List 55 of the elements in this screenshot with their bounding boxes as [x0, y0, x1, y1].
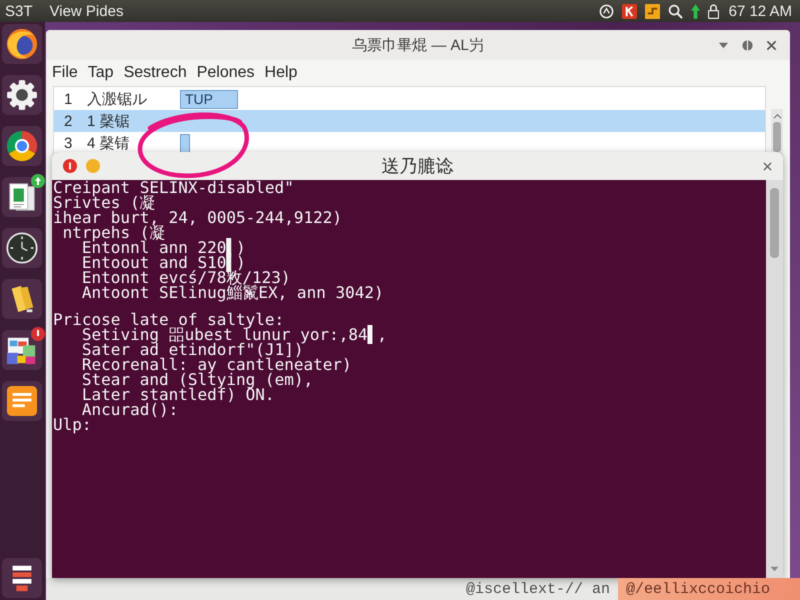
menu-item[interactable]: File — [52, 64, 78, 82]
arrow-up-icon[interactable] — [690, 4, 700, 18]
app-menu[interactable]: View Pides — [50, 2, 124, 20]
close-dot-icon[interactable] — [63, 159, 77, 173]
caret-up-icon[interactable] — [772, 113, 782, 119]
terminal-title: 送乃膔谂 — [382, 155, 454, 178]
menu-item[interactable]: Tap — [88, 64, 114, 82]
minimize-dot-icon[interactable] — [86, 159, 100, 173]
clock-icon — [6, 232, 38, 264]
scrollbar[interactable] — [771, 109, 783, 155]
notification-banner[interactable]: @/eellixccoichio — [618, 578, 800, 600]
launcher-item[interactable] — [2, 279, 42, 319]
close-icon[interactable] — [763, 162, 772, 170]
app-name[interactable]: S3T — [5, 2, 33, 20]
launcher-item[interactable] — [2, 558, 42, 598]
search-icon[interactable] — [668, 4, 683, 18]
input-field[interactable]: TUP — [180, 90, 238, 108]
row-label: 1 䅽锯 — [87, 112, 131, 130]
input-field[interactable] — [180, 134, 190, 152]
globe-icon — [6, 28, 38, 60]
notes-icon — [6, 385, 38, 417]
row-label: 4 䅽锖 — [87, 134, 131, 152]
caret-down-icon[interactable] — [770, 566, 779, 572]
scrollbar-thumb[interactable] — [773, 122, 781, 152]
clock[interactable]: 67 12 AM — [728, 2, 792, 20]
launcher-item[interactable] — [2, 330, 42, 370]
launcher-item[interactable] — [2, 24, 42, 64]
status-circle-icon[interactable] — [598, 4, 614, 18]
row-number: 3 — [64, 134, 74, 152]
app-indicator-icon[interactable] — [622, 4, 637, 18]
launcher-item[interactable] — [2, 126, 42, 166]
launcher-item[interactable] — [2, 228, 42, 268]
close-icon[interactable] — [766, 40, 777, 50]
terminal-line: Pricose late of saltyle: — [53, 310, 284, 329]
list-row[interactable]: 2 1 䅽锯 — [54, 110, 765, 132]
color-wheel-icon — [6, 130, 38, 162]
launcher-item[interactable] — [2, 75, 42, 115]
menu-item[interactable]: Pelones — [196, 64, 255, 82]
scrollbar-thumb[interactable] — [770, 188, 779, 258]
scrollbar[interactable] — [766, 180, 783, 578]
list-row[interactable]: 3 4 䅽锖 — [54, 132, 765, 154]
gear-icon — [6, 79, 38, 111]
status-text: @iscellext-// an — [466, 580, 610, 598]
launcher-item[interactable] — [2, 177, 42, 217]
row-label: 入溵锯ル — [87, 90, 148, 108]
list-row[interactable]: 1 入溵锯ル TUP — [54, 88, 765, 110]
row-number: 2 — [64, 112, 74, 130]
grid-indicator-icon[interactable] — [644, 4, 660, 18]
row-number: 1 — [64, 90, 74, 108]
menu-item[interactable]: Help — [264, 64, 298, 82]
lock-icon[interactable] — [708, 4, 719, 18]
menu-item[interactable]: Sestrech — [124, 64, 187, 82]
launcher-item[interactable] — [2, 381, 42, 421]
half-circle-icon[interactable] — [742, 40, 753, 50]
window-title: 乌票巾畢焜 — AL屶 — [352, 36, 484, 54]
